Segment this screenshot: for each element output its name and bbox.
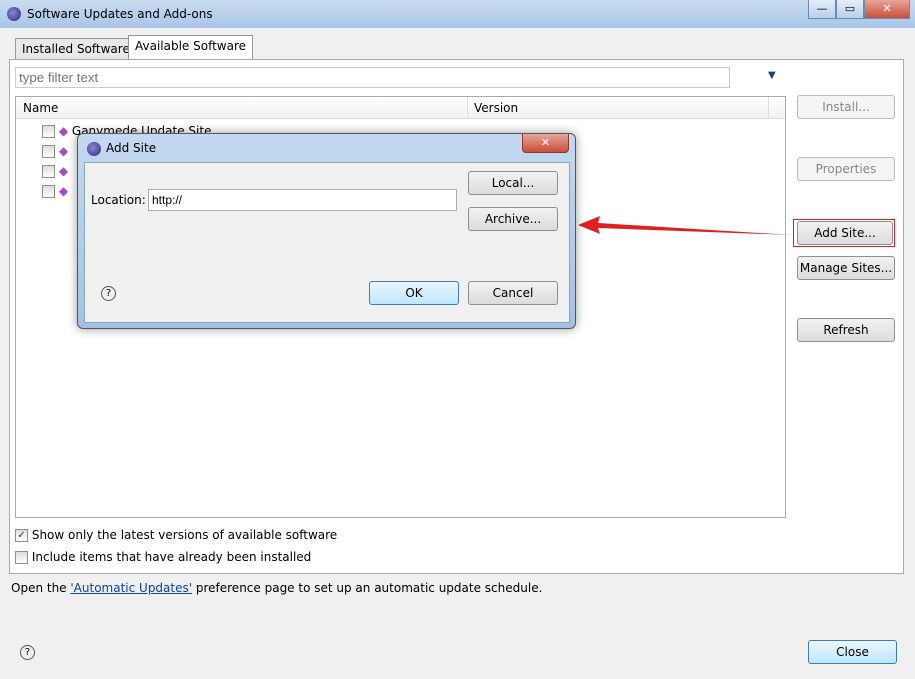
window-title: Software Updates and Add-ons [27,7,213,21]
close-window-button[interactable]: ✕ [864,0,910,19]
update-site-icon: ◆ [58,184,69,198]
properties-button[interactable]: Properties [797,157,895,181]
update-site-icon: ◆ [58,144,69,158]
local-button[interactable]: Local... [468,171,558,195]
update-site-icon: ◆ [58,124,69,138]
add-site-button[interactable]: Add Site... [797,221,893,245]
minimize-button[interactable]: — [808,0,836,19]
tree-header: Name Version [16,97,785,119]
eclipse-icon [87,142,101,156]
ok-button[interactable]: OK [369,281,459,305]
tree-item[interactable]: ◆ [42,144,68,158]
title-bar: Software Updates and Add-ons — ▭ ✕ [0,0,915,28]
tab-installed-software[interactable]: Installed Software [15,38,137,60]
cancel-button[interactable]: Cancel [468,281,558,305]
red-arrow [578,216,792,235]
filter-dropdown-icon[interactable]: ▼ [768,70,776,81]
automatic-updates-link[interactable]: 'Automatic Updates' [70,581,192,595]
close-button[interactable]: Close [808,640,897,664]
tree-item[interactable]: ◆ [42,184,68,198]
install-button[interactable]: Install... [797,95,895,119]
help-icon[interactable]: ? [101,286,116,301]
location-input[interactable] [148,189,457,211]
eclipse-icon [7,7,21,21]
option-include-installed[interactable]: Include items that have already been ins… [15,550,311,564]
dialog-body: Location: Local... Archive... ? OK Cance… [84,162,570,323]
tab-available-software[interactable]: Available Software [128,35,254,60]
option-latest-versions[interactable]: ✓ Show only the latest versions of avail… [15,528,337,542]
archive-button[interactable]: Archive... [468,207,558,231]
filter-input[interactable] [15,67,730,88]
column-name[interactable]: Name [23,101,58,115]
refresh-button[interactable]: Refresh [797,318,895,342]
manage-sites-button[interactable]: Manage Sites... [797,256,895,280]
column-version[interactable]: Version [467,97,524,119]
dialog-title: Add Site [106,141,157,155]
help-icon[interactable]: ? [20,645,35,660]
tree-item[interactable]: ◆ [42,164,68,178]
dialog-close-button[interactable]: ✕ [522,134,569,153]
location-label: Location: [91,193,146,207]
maximize-button[interactable]: ▭ [836,0,864,19]
footer-text: Open the 'Automatic Updates' preference … [11,581,543,595]
add-site-dialog: Add Site ✕ Location: Local... Archive...… [77,133,576,329]
update-site-icon: ◆ [58,164,69,178]
